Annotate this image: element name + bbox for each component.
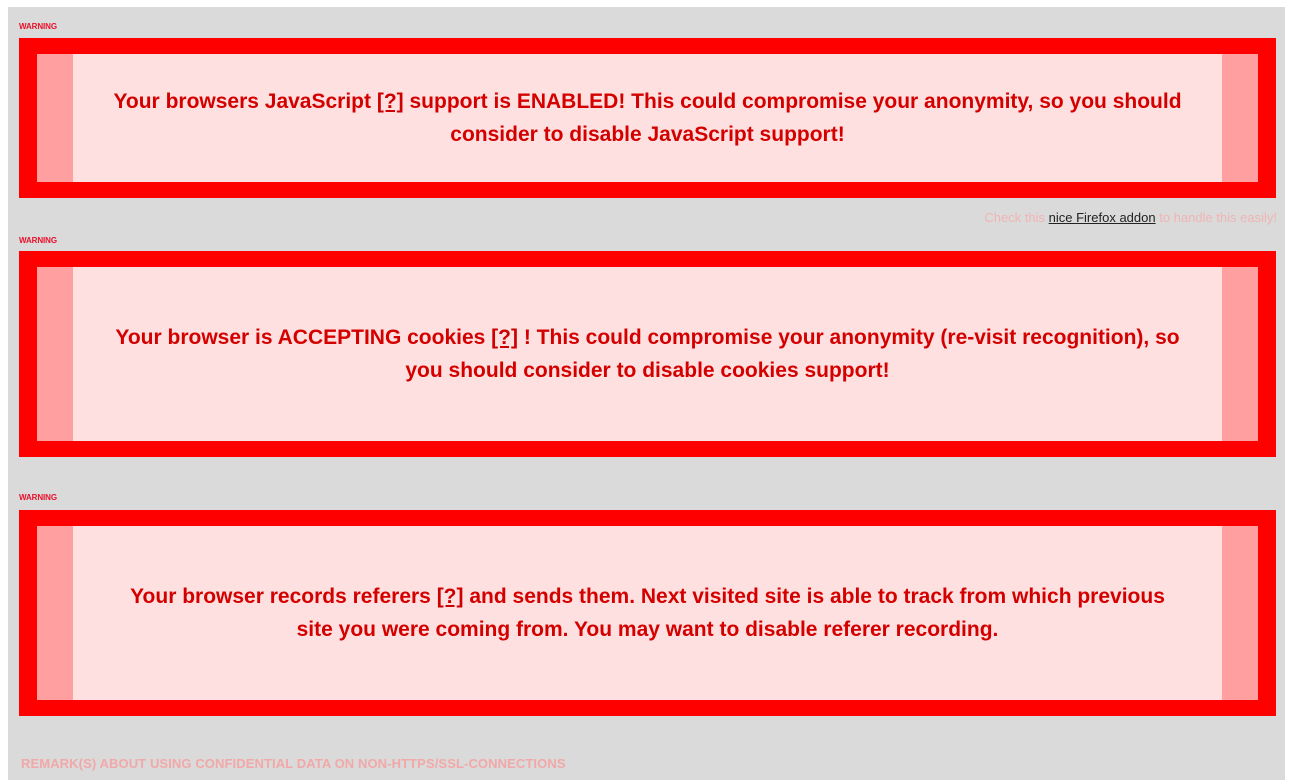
warning-text-cookies: Your browser is ACCEPTING cookies [?] ! … [73, 267, 1222, 441]
warning-box-javascript: Your browsers JavaScript [?] support is … [19, 38, 1276, 198]
warning-text-after: support is ENABLED! This could compromis… [403, 90, 1182, 146]
warning-text-after: ! This could compromise your anonymity (… [405, 326, 1180, 382]
warning-inner: Your browsers JavaScript [?] support is … [37, 54, 1258, 182]
page: WARNING Your browsers JavaScript [?] sup… [0, 0, 1290, 780]
warning-text-before: Your browser is ACCEPTING cookies [115, 326, 492, 349]
warning-edge-right [1222, 54, 1258, 182]
warning-text-referers: Your browser records referers [?] and se… [73, 526, 1222, 700]
help-link-javascript[interactable]: [?] [377, 90, 404, 113]
warning-edge-right [1222, 267, 1258, 441]
addon-hint: Check this nice Firefox addon to handle … [984, 210, 1277, 226]
warning-edge-left [37, 54, 73, 182]
warning-edge-left [37, 526, 73, 700]
warning-label-javascript: WARNING [19, 22, 57, 31]
warning-text-before: Your browser records referers [130, 585, 437, 608]
warning-text-before: Your browsers JavaScript [113, 90, 377, 113]
firefox-addon-link[interactable]: nice Firefox addon [1049, 210, 1156, 225]
help-link-referers[interactable]: [?] [437, 585, 464, 608]
warning-inner: Your browser is ACCEPTING cookies [?] ! … [37, 267, 1258, 441]
remark-heading: REMARK(S) ABOUT USING CONFIDENTIAL DATA … [21, 756, 566, 771]
help-link-cookies[interactable]: [?] [491, 326, 518, 349]
warning-text-javascript: Your browsers JavaScript [?] support is … [73, 54, 1222, 182]
warning-box-cookies: Your browser is ACCEPTING cookies [?] ! … [19, 251, 1276, 457]
warning-edge-right [1222, 526, 1258, 700]
warning-edge-left [37, 267, 73, 441]
warning-label-referers: WARNING [19, 493, 57, 502]
warning-label-cookies: WARNING [19, 236, 57, 245]
warning-inner: Your browser records referers [?] and se… [37, 526, 1258, 700]
addon-hint-suffix: to handle this easily! [1155, 210, 1277, 225]
warning-box-referers: Your browser records referers [?] and se… [19, 510, 1276, 716]
addon-hint-prefix: Check this [984, 210, 1049, 225]
